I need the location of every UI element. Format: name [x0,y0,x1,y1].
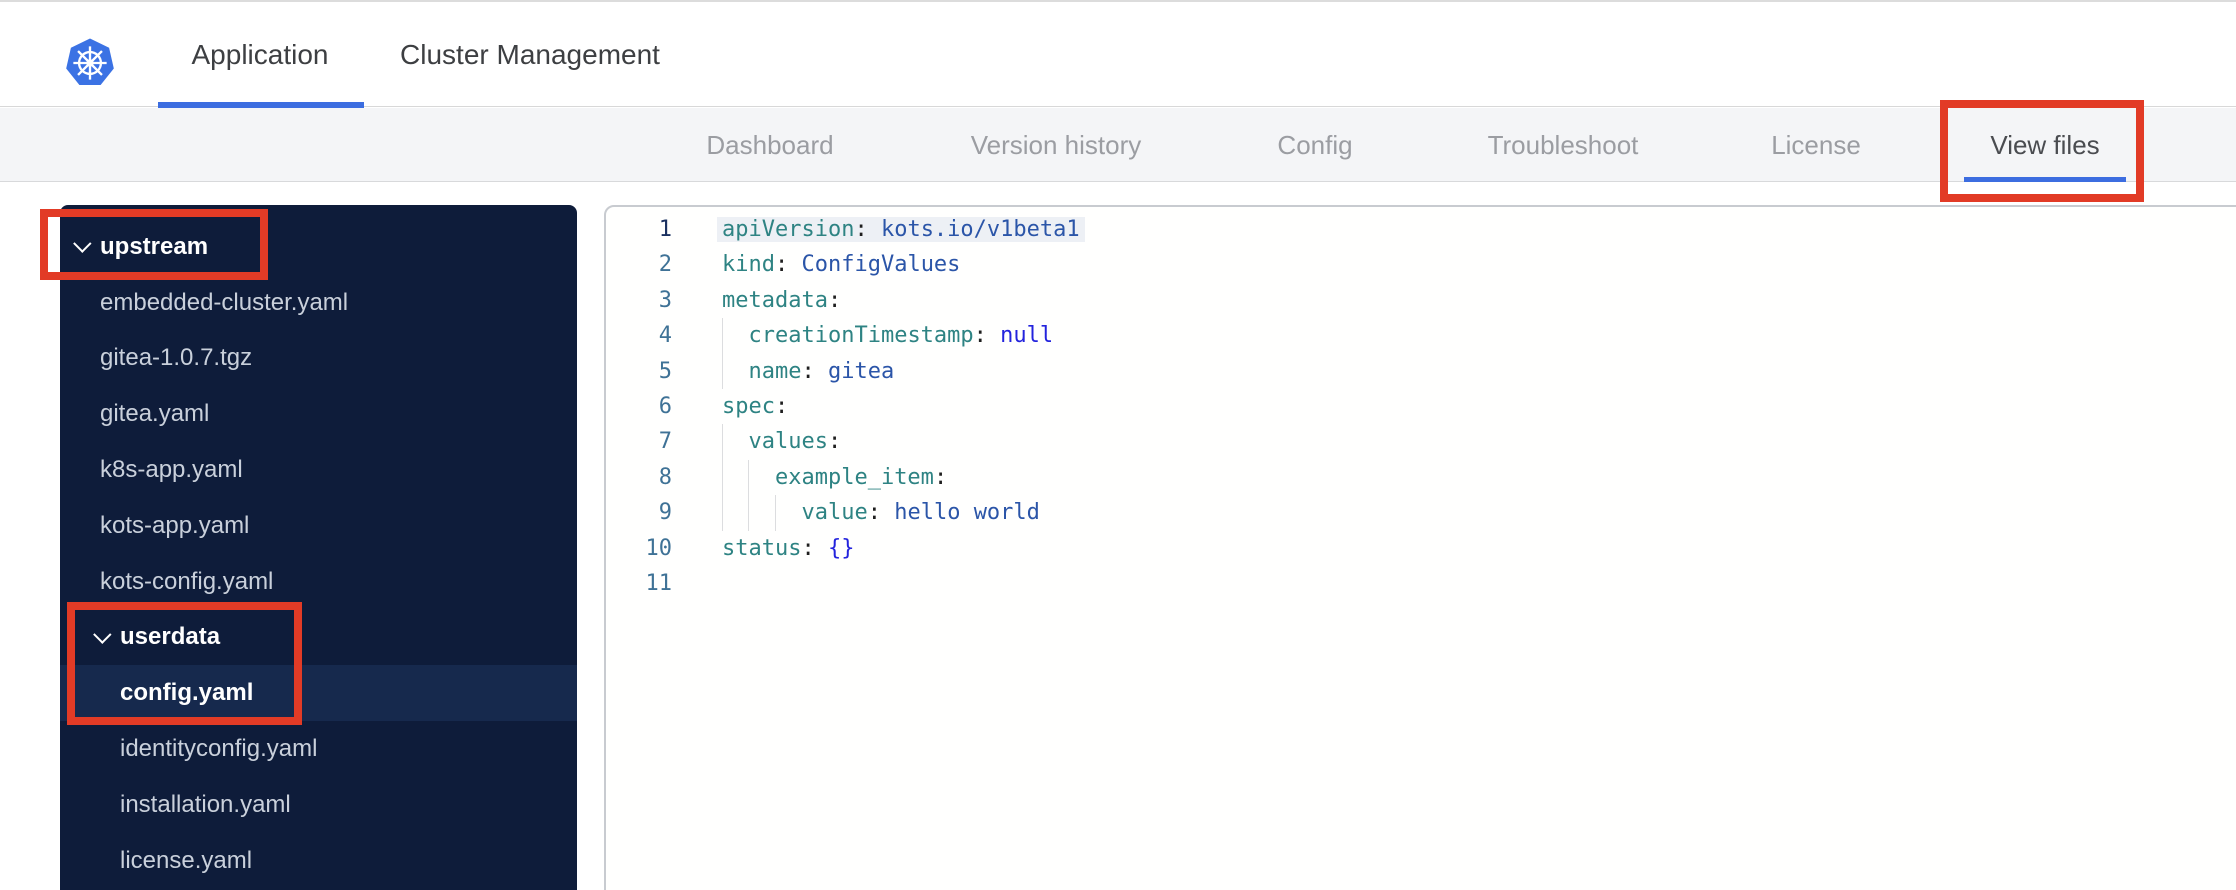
tree-file-config-yaml[interactable]: config.yaml [60,665,577,722]
indent-guide [774,495,776,531]
code-line: 11 [606,566,2236,601]
app-header: Application Cluster Management [0,0,2236,108]
line-number: 3 [658,287,672,313]
tree-item-label: embedded-cluster.yaml [100,288,349,316]
line-number: 4 [658,323,672,349]
tree-item-label: gitea-1.0.7.tgz [100,344,253,372]
nav-tab-troubleshoot[interactable]: Troubleshoot [1488,108,1639,182]
code-line-content: metadata: [722,287,842,313]
tree-file-installation-yaml[interactable]: installation.yaml [60,777,577,833]
line-number: 8 [658,464,672,490]
code-line-content: value: hello world [672,495,1040,531]
line-number: 11 [645,570,673,596]
code-line: 6 spec: [606,389,2236,424]
tree-item-label: userdata [120,623,221,651]
app-nav: Dashboard Version history Config Troublesho… [0,108,2236,182]
tree-file-license-yaml[interactable]: license.yaml [60,833,577,889]
code-line-content: spec: [722,393,789,419]
nav-tab-dashboard[interactable]: Dashboard [706,108,833,182]
code-line-content: creationTimestamp: null [672,318,1053,354]
tab-application[interactable]: Application [192,2,329,107]
tab-cluster-management[interactable]: Cluster Management [400,2,660,107]
tree-item-label: installation.yaml [120,790,291,818]
tree-item-label: kots-config.yaml [100,567,274,595]
code-line-content: kind: ConfigValues [722,252,961,278]
code-line: 10 status: {} [606,531,2236,566]
indent-guide [748,459,750,496]
tree-item-label: identityconfig.yaml [120,735,318,763]
line-number: 5 [658,358,672,384]
kots-admin-console: Application Cluster Management Dashboard V… [0,0,2236,890]
code-line: 9 value: hello world [606,495,2236,531]
code-line-content: example_item: [672,459,947,496]
code-line-content: values: [672,424,841,460]
code-line: 7 values: [606,424,2236,460]
indent-guide [722,424,723,460]
indent-guide [748,495,750,531]
code-line-content: apiVersion: kots.io/v1beta1 [722,217,1080,242]
code-line: 5 name: gitea [606,353,2236,389]
code-line: 4 creationTimestamp: null [606,318,2236,354]
tree-file-kots-config-yaml[interactable]: kots-config.yaml [60,554,577,610]
nav-tab-config[interactable]: Config [1277,108,1352,182]
tree-item-label: k8s-app.yaml [100,456,243,484]
tree-item-label: gitea.yaml [100,400,210,428]
tree-file-k8s-app-yaml[interactable]: k8s-app.yaml [60,442,577,498]
indent-guide [722,318,723,354]
file-viewer[interactable]: 1 apiVersion: kots.io/v1beta1 2 kind: Confi… [604,205,2236,890]
indent-guide [722,495,723,531]
tree-folder-upstream[interactable]: upstream [60,219,577,275]
code-line-content: status: {} [722,535,855,561]
line-number: 10 [645,535,673,561]
tree-file-gitea-yaml[interactable]: gitea.yaml [60,386,577,442]
kubernetes-logo-icon [66,38,114,86]
nav-tab-license[interactable]: License [1771,108,1861,182]
code-line: 3 metadata: [606,283,2236,318]
indent-guide [722,353,723,389]
code-line-content [672,566,722,601]
line-number: 2 [658,252,672,278]
tree-file-embedded-cluster-yaml[interactable]: embedded-cluster.yaml [60,275,577,331]
code-line-content: name: gitea [672,353,894,389]
line-number: 6 [658,393,672,419]
tree-file-identityconfig-yaml[interactable]: identityconfig.yaml [60,721,577,777]
code-line: 8 example_item: [606,459,2236,496]
code-line: 1 apiVersion: kots.io/v1beta1 [606,212,2236,247]
tree-folder-userdata[interactable]: userdata [60,610,577,666]
tree-item-label: kots-app.yaml [100,511,250,539]
tree-file-kots-app-yaml[interactable]: kots-app.yaml [60,498,577,554]
nav-tab-view-files[interactable]: View files [1990,108,2099,182]
code-line: 2 kind: ConfigValues [606,247,2236,282]
file-tree: upstream embedded-cluster.yaml gitea-1.0.7… [60,205,577,890]
line-number: 7 [658,429,672,455]
tree-item-label: config.yaml [120,679,254,707]
line-number: 9 [658,500,672,526]
tree-file-gitea-1-0-7-tgz[interactable]: gitea-1.0.7.tgz [60,331,577,387]
tree-item-label: license.yaml [120,846,253,874]
nav-tab-version-history[interactable]: Version history [971,108,1142,182]
indent-guide [722,459,723,496]
line-number: 1 [658,217,672,242]
view-files-tab-underline [1964,177,2126,182]
